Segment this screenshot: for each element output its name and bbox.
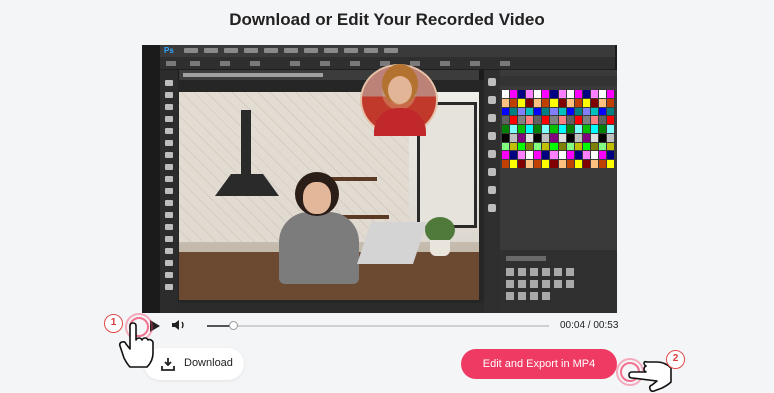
photoshop-doc-tab	[179, 70, 479, 80]
time-display: 00:04 / 00:53	[560, 320, 619, 331]
step-2-badge: 2	[666, 350, 685, 369]
hand-pointer-icon	[628, 360, 672, 392]
photoshop-toolbar	[160, 70, 178, 313]
photoshop-right-panels	[484, 70, 617, 313]
download-button[interactable]: Download	[144, 348, 244, 380]
edit-export-button[interactable]: Edit and Export in MP4	[461, 349, 617, 379]
photoshop-logo: Ps	[164, 46, 174, 55]
download-button-label: Download	[184, 357, 233, 369]
swatches-panel	[502, 90, 614, 168]
kitchen-photo	[179, 92, 479, 300]
seek-handle[interactable]	[228, 321, 238, 330]
page-title: Download or Edit Your Recorded Video	[229, 10, 545, 29]
photoshop-status-bar	[178, 303, 484, 313]
webcam-overlay	[360, 64, 438, 136]
download-icon	[161, 358, 175, 371]
hand-pointer-icon	[118, 322, 154, 368]
layers-panel	[500, 240, 617, 313]
photoshop-menubar: Ps	[160, 45, 615, 57]
seek-bar[interactable]	[207, 321, 549, 330]
volume-icon[interactable]	[171, 318, 187, 332]
